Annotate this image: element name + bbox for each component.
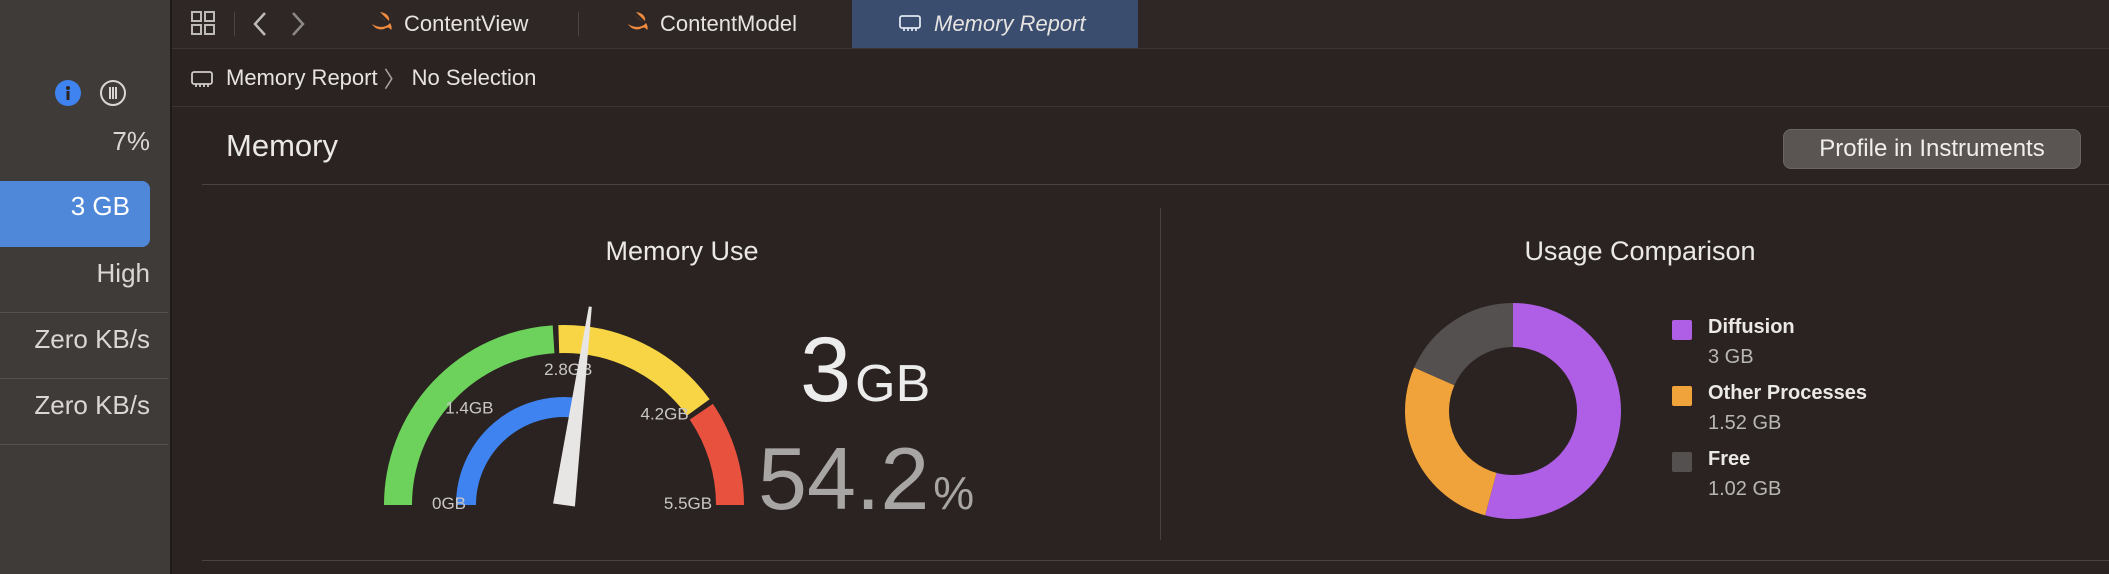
- memory-percent-unit: %: [933, 467, 975, 519]
- sidebar-divider: [0, 312, 168, 313]
- editor-tab-bar: ContentView ContentModel Memory Report: [172, 0, 2109, 49]
- tab-label: ContentModel: [660, 11, 797, 36]
- grid-icon[interactable]: [190, 10, 218, 43]
- legend-name: Diffusion: [1708, 316, 1795, 338]
- donut-slice-free: [1414, 303, 1514, 387]
- memory-value-readout: 3GB: [800, 318, 930, 423]
- sidebar-energy-value[interactable]: High: [97, 258, 150, 289]
- donut-slice-other-processes: [1405, 367, 1498, 516]
- memory-chip-icon: [190, 69, 214, 87]
- tab-memory-report[interactable]: Memory Report: [852, 0, 1138, 48]
- legend-value: 1.02 GB: [1708, 478, 1782, 500]
- gauge-arc-red: [689, 403, 744, 506]
- memory-value-unit: GB: [855, 355, 931, 413]
- debug-navigator-sidebar: 7% 3 GB High Zero KB/s Zero KB/s: [0, 0, 172, 574]
- jump-bar: Memory Report 〉 No Selection: [172, 50, 2109, 107]
- memory-percent-readout: 54.2%: [758, 428, 974, 530]
- back-arrow-icon[interactable]: [250, 10, 270, 43]
- legend-name: Free: [1708, 448, 1751, 470]
- section-title: Memory: [226, 128, 338, 163]
- profile-in-instruments-button[interactable]: Profile in Instruments: [1783, 129, 2081, 169]
- tab-separator: [578, 12, 579, 36]
- swift-icon: [370, 10, 394, 38]
- gauge-tick-label: 0GB: [432, 494, 466, 513]
- panel-divider: [1160, 208, 1161, 540]
- legend-swatch: [1672, 386, 1692, 406]
- tab-separator: [234, 12, 235, 36]
- tab-label: ContentView: [404, 11, 529, 36]
- memory-value-number: 3: [800, 319, 852, 421]
- legend-swatch: [1672, 320, 1692, 340]
- donut-slice-diffusion: [1485, 303, 1621, 519]
- memory-gauge: 0GB 1.4GB 2.8GB 4.2GB 5.5GB: [384, 306, 744, 513]
- gauge-tick-label: 5.5GB: [664, 494, 712, 513]
- sidebar-memory-value: 3 GB: [70, 191, 130, 221]
- tab-label: Memory Report: [934, 11, 1086, 36]
- forward-arrow-icon[interactable]: [288, 10, 308, 43]
- usage-donut-chart: [1405, 303, 1621, 519]
- legend-value: 1.52 GB: [1708, 412, 1782, 434]
- breadcrumb-root[interactable]: Memory Report: [226, 65, 378, 91]
- legend-swatch: [1672, 452, 1692, 472]
- info-badge-icon[interactable]: [55, 80, 81, 106]
- memory-percent-number: 54.2: [758, 429, 930, 528]
- legend-value: 3 GB: [1708, 346, 1754, 368]
- breadcrumb-separator: 〉: [383, 67, 406, 92]
- memory-use-title: Memory Use: [605, 236, 759, 266]
- breadcrumb-leaf[interactable]: No Selection: [412, 65, 537, 91]
- sidebar-network-value[interactable]: Zero KB/s: [34, 390, 150, 421]
- tab-contentview[interactable]: ContentView: [370, 0, 610, 48]
- swift-icon: [626, 10, 650, 38]
- gauge-tick-label: 4.2GB: [640, 404, 688, 423]
- sidebar-cpu-value[interactable]: 7%: [112, 126, 150, 157]
- section-divider: [202, 560, 2109, 561]
- sidebar-disk-value[interactable]: Zero KB/s: [34, 324, 150, 355]
- gauge-tick-label: 1.4GB: [445, 398, 493, 417]
- sidebar-divider: [0, 378, 168, 379]
- sidebar-divider: [0, 444, 168, 445]
- tab-contentmodel[interactable]: ContentModel: [626, 0, 886, 48]
- sidebar-memory-row[interactable]: 3 GB: [0, 181, 150, 247]
- section-divider: [202, 184, 2109, 185]
- columns-icon[interactable]: [100, 80, 126, 106]
- memory-chip-icon: [898, 11, 922, 37]
- legend-name: Other Processes: [1708, 382, 1867, 404]
- usage-comparison-title: Usage Comparison: [1524, 236, 1756, 266]
